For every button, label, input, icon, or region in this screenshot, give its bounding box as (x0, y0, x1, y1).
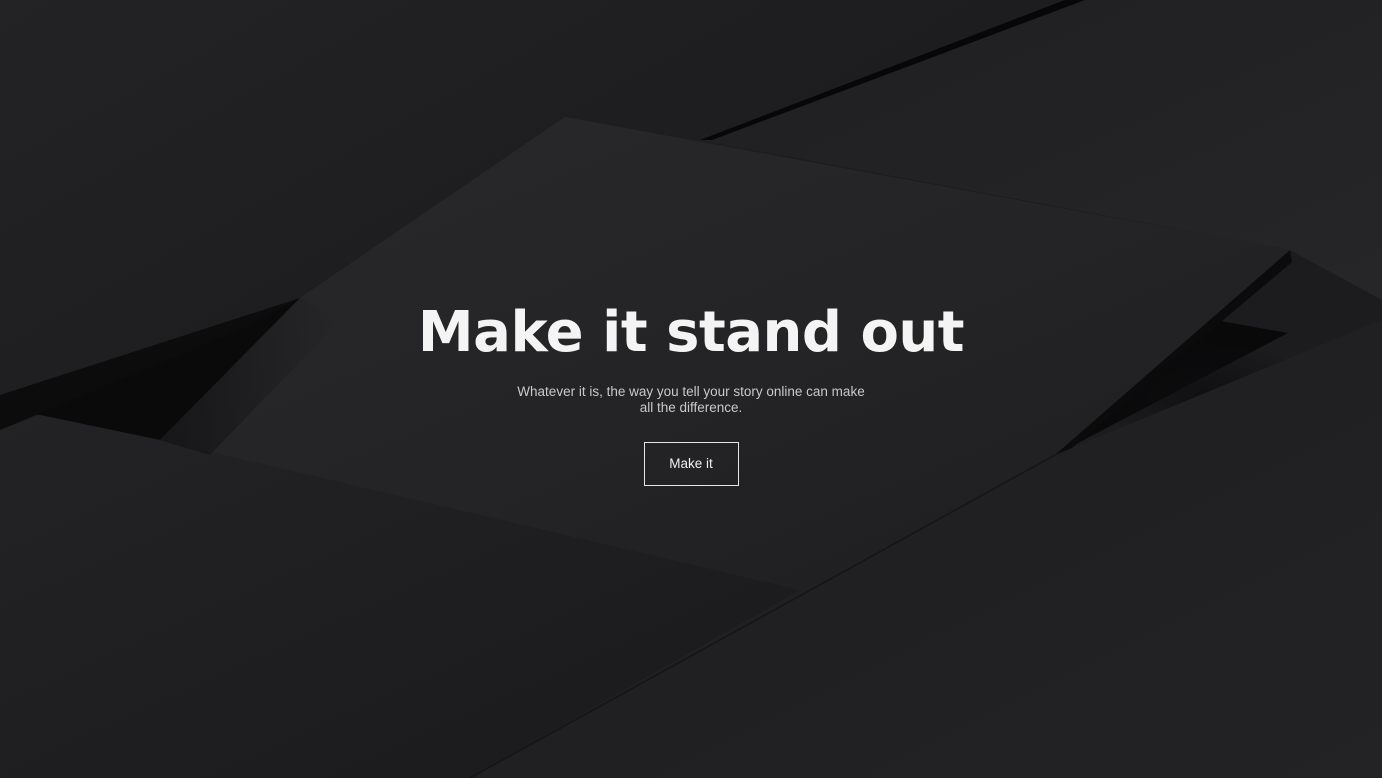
hero-subtitle: Whatever it is, the way you tell your st… (517, 384, 865, 415)
hero-content: Make it stand out Whatever it is, the wa… (0, 300, 1382, 486)
hero-title: Make it stand out (417, 300, 965, 365)
make-it-button[interactable]: Make it (643, 442, 739, 486)
hero-section: Make it stand out Whatever it is, the wa… (0, 0, 1382, 778)
